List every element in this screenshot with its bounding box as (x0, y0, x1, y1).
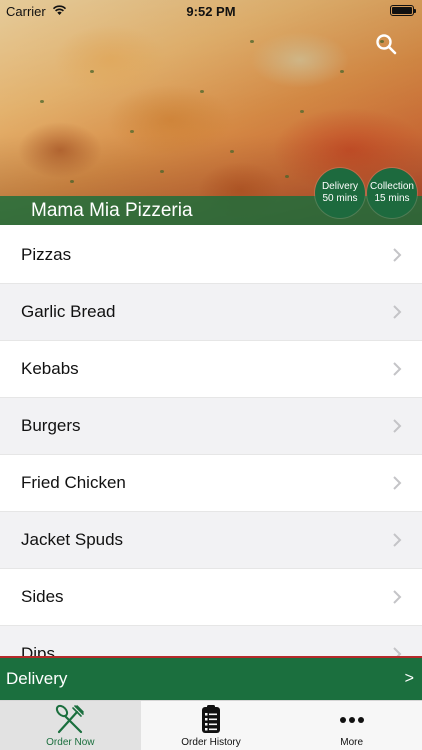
category-row-pizzas[interactable]: Pizzas (0, 227, 422, 284)
tab-order-now[interactable]: Order Now (0, 701, 141, 750)
category-list: Pizzas Garlic Bread Kebabs Burgers Fried… (0, 227, 422, 657)
chevron-right-icon (393, 533, 402, 547)
restaurant-name: Mama Mia Pizzeria (31, 200, 193, 221)
tab-order-history[interactable]: Order History (141, 701, 282, 750)
category-label: Sides (21, 587, 64, 606)
tab-more[interactable]: More (281, 701, 422, 750)
category-row-sides[interactable]: Sides (0, 569, 422, 626)
category-label: Burgers (21, 416, 81, 435)
chevron-right-icon (393, 419, 402, 433)
delivery-badge-title: Delivery (321, 181, 359, 192)
category-label: Garlic Bread (21, 302, 116, 321)
chevron-right-icon (393, 248, 402, 262)
category-row-kebabs[interactable]: Kebabs (0, 341, 422, 398)
delivery-mode-bar[interactable]: Delivery > (0, 656, 422, 700)
search-icon[interactable] (374, 32, 398, 56)
category-row-jacket-spuds[interactable]: Jacket Spuds (0, 512, 422, 569)
fork-knife-icon (56, 704, 85, 734)
more-dots-icon (339, 717, 364, 723)
battery-icon (390, 5, 416, 16)
delivery-time-badge: Delivery 50 mins (315, 168, 365, 218)
tab-bar: Order Now Order History More (0, 700, 422, 750)
category-row-garlic-bread[interactable]: Garlic Bread (0, 284, 422, 341)
status-bar: Carrier 9:52 PM (0, 0, 422, 22)
chevron-right-icon (393, 362, 402, 376)
collection-badge-time: 15 mins (374, 193, 410, 204)
chevron-right-icon (393, 476, 402, 490)
category-row-burgers[interactable]: Burgers (0, 398, 422, 455)
chevron-right-icon (393, 305, 402, 319)
delivery-mode-label: Delivery (6, 669, 68, 688)
chevron-right-icon: > (404, 670, 414, 687)
chevron-right-icon (393, 590, 402, 604)
category-row-fried-chicken[interactable]: Fried Chicken (0, 455, 422, 512)
category-label: Jacket Spuds (21, 530, 124, 549)
category-row-dips[interactable]: Dips (0, 626, 422, 657)
category-label: Pizzas (21, 245, 72, 264)
delivery-badge-time: 50 mins (322, 193, 358, 204)
tab-label: Order Now (46, 737, 95, 748)
tab-label: More (340, 737, 364, 748)
category-label: Kebabs (21, 359, 79, 378)
clipboard-icon (202, 705, 220, 733)
collection-time-badge: Collection 15 mins (367, 168, 417, 218)
category-label: Fried Chicken (21, 473, 126, 492)
status-time: 9:52 PM (186, 4, 236, 19)
collection-badge-title: Collection (370, 181, 414, 192)
tab-label: Order History (181, 737, 241, 748)
